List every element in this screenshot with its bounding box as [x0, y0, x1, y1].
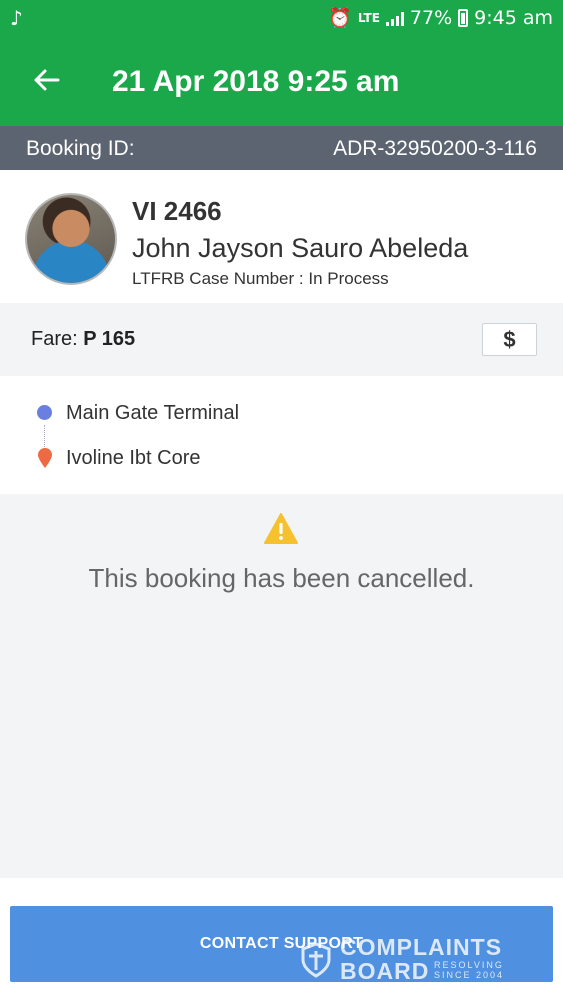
clock: 9:45 am	[474, 6, 553, 29]
watermark-tag1: RESOLVING	[434, 960, 504, 970]
warning-icon	[264, 513, 298, 544]
dollar-icon: $	[503, 326, 516, 352]
app-bar: 21 Apr 2018 9:25 am	[0, 38, 563, 126]
cancel-message: This booking has been cancelled.	[88, 563, 475, 593]
battery-icon	[458, 8, 469, 27]
booking-id-label: Booking ID:	[26, 137, 135, 160]
booking-id-bar: Booking ID: ADR-32950200-3-116	[0, 126, 563, 170]
back-button[interactable]	[26, 60, 66, 100]
pickup-location: Main Gate Terminal	[66, 402, 240, 424]
case-number: LTFRB Case Number : In Process	[132, 269, 389, 288]
fare-text: Fare: P 165	[31, 328, 135, 351]
arrow-left-icon	[34, 69, 60, 91]
footer: CONTACT SUPPORT COMPLAINTS BOARD RESOLVI…	[0, 878, 563, 1000]
signal-icon	[385, 10, 404, 26]
fare-details-button[interactable]: $	[482, 323, 537, 356]
watermark-line2: BOARD	[340, 958, 430, 984]
vehicle-plate: VI 2466	[132, 196, 222, 226]
dropoff-location: Ivoline Ibt Core	[66, 447, 201, 469]
driver-name: John Jayson Sauro Abeleda	[132, 233, 469, 263]
battery-percent: 77%	[409, 6, 453, 29]
cancellation-notice: This booking has been cancelled.	[0, 494, 563, 878]
dropoff-pin-icon	[38, 448, 52, 468]
booking-id-value: ADR-32950200-3-116	[333, 137, 537, 160]
fare-section: Fare: P 165 $	[0, 303, 563, 376]
status-bar: ♪ ⏰ LTE 77% 9:45 am	[0, 0, 563, 38]
route-connector	[44, 425, 46, 447]
watermark-tag2: SINCE 2004	[434, 970, 505, 980]
avatar	[25, 193, 117, 285]
complaints-board-watermark: COMPLAINTS BOARD RESOLVING SINCE 2004	[300, 932, 518, 984]
shield-icon	[301, 942, 331, 978]
route-section: Main Gate Terminal Ivoline Ibt Core	[0, 376, 563, 494]
status-indicators: ⏰ LTE 77% 9:45 am	[328, 6, 553, 30]
alarm-icon: ⏰	[328, 7, 352, 29]
watermark-tagline: RESOLVING SINCE 2004	[434, 960, 504, 980]
fare-label: Fare:	[31, 328, 78, 350]
driver-card: VI 2466 John Jayson Sauro Abeleda LTFRB …	[0, 170, 563, 303]
network-type: LTE	[357, 10, 380, 25]
music-note-icon: ♪	[10, 6, 23, 30]
pickup-dot-icon	[37, 405, 52, 420]
watermark-line1: COMPLAINTS	[340, 934, 503, 960]
fare-amount: P 165	[83, 328, 136, 350]
page-title: 21 Apr 2018 9:25 am	[112, 65, 400, 98]
